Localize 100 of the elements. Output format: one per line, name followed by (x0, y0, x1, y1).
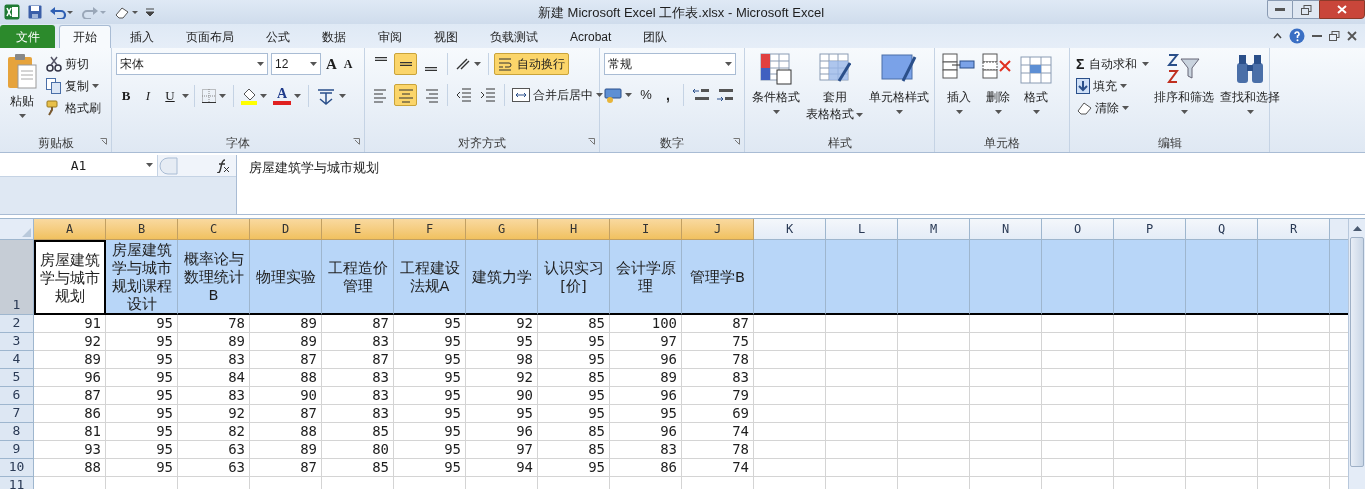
column-header[interactable]: M (898, 219, 970, 240)
merge-center-button[interactable]: 合并后居中 (510, 84, 605, 106)
number-format-field[interactable]: 常规 (604, 53, 736, 75)
table-cell[interactable]: 96 (610, 351, 682, 369)
format-painter-button[interactable]: 格式刷 (44, 97, 103, 119)
borders-button[interactable] (200, 88, 228, 103)
column-header[interactable]: G (466, 219, 538, 240)
table-cell[interactable]: 80 (322, 441, 394, 459)
table-cell[interactable]: 95 (394, 387, 466, 405)
table-cell[interactable]: 85 (538, 315, 610, 333)
table-cell[interactable]: 85 (538, 369, 610, 387)
help-icon[interactable] (1289, 28, 1305, 44)
table-cell[interactable]: 会计学原理 (610, 240, 682, 315)
table-cell[interactable]: 87 (322, 315, 394, 333)
font-size-field[interactable]: 12 (271, 53, 321, 76)
table-cell[interactable]: 95 (106, 387, 178, 405)
table-cell[interactable]: 89 (178, 333, 250, 351)
table-cell[interactable]: 82 (178, 423, 250, 441)
dialog-launcher-icon[interactable] (733, 138, 740, 145)
column-header[interactable]: Q (1186, 219, 1258, 240)
table-cell[interactable]: 79 (682, 387, 754, 405)
table-cell[interactable]: 95 (538, 333, 610, 351)
font-color-button[interactable]: A (271, 86, 303, 105)
table-cell[interactable]: 96 (466, 423, 538, 441)
name-box[interactable]: A1 (0, 155, 158, 176)
table-cell[interactable]: 房屋建筑学与城市规划 (34, 240, 106, 315)
column-header[interactable]: K (754, 219, 826, 240)
column-header[interactable]: H (538, 219, 610, 240)
table-cell[interactable]: 97 (466, 441, 538, 459)
table-cell[interactable]: 63 (178, 441, 250, 459)
sort-filter-button[interactable]: 排序和筛选 (1151, 53, 1218, 134)
table-cell[interactable]: 建筑力学 (466, 240, 538, 315)
column-header[interactable]: A (34, 219, 106, 240)
table-cell[interactable]: 95 (538, 387, 610, 405)
table-cell[interactable]: 85 (322, 423, 394, 441)
ribbon-tab[interactable]: 公式 (253, 25, 303, 48)
minimize-button[interactable] (1267, 0, 1293, 19)
copy-button[interactable]: 复制 (44, 75, 103, 97)
table-cell[interactable]: 87 (250, 405, 322, 423)
row-header[interactable]: 6 (0, 387, 34, 405)
table-cell[interactable]: 89 (250, 315, 322, 333)
ribbon-tab[interactable]: 数据 (309, 25, 359, 48)
table-cell[interactable]: 95 (106, 405, 178, 423)
save-icon[interactable] (28, 5, 42, 19)
dialog-launcher-icon[interactable] (100, 138, 107, 145)
table-cell[interactable]: 74 (682, 423, 754, 441)
table-cell[interactable]: 房屋建筑学与城市规划课程设计 (106, 240, 178, 315)
close-button[interactable] (1319, 0, 1365, 19)
column-header[interactable]: R (1258, 219, 1330, 240)
autosum-button[interactable]: Σ 自动求和 (1074, 53, 1152, 75)
row-header[interactable]: 9 (0, 441, 34, 459)
bold-button[interactable]: B (116, 85, 136, 106)
table-cell[interactable]: 87 (250, 459, 322, 477)
wrap-text-button[interactable]: 自动换行 (494, 53, 569, 75)
dialog-launcher-icon[interactable] (588, 138, 595, 145)
table-cell[interactable]: 95 (394, 333, 466, 351)
ribbon-tab[interactable]: 插入 (117, 25, 167, 48)
table-cell[interactable]: 83 (322, 333, 394, 351)
table-cell[interactable]: 92 (178, 405, 250, 423)
row-header[interactable]: 1 (0, 240, 34, 315)
select-all-button[interactable] (0, 219, 34, 240)
table-cell[interactable]: 69 (682, 405, 754, 423)
fill-button[interactable]: 填充 (1074, 75, 1152, 97)
table-cell[interactable]: 83 (682, 369, 754, 387)
font-name-field[interactable]: 宋体 (116, 53, 268, 76)
ribbon-tab[interactable]: 视图 (421, 25, 471, 48)
table-cell[interactable]: 88 (250, 423, 322, 441)
comma-button[interactable]: , (660, 84, 676, 106)
table-cell[interactable]: 85 (538, 423, 610, 441)
table-cell[interactable]: 83 (322, 405, 394, 423)
vertical-scrollbar[interactable] (1348, 219, 1365, 489)
row-header[interactable]: 11 (0, 477, 34, 489)
eraser-icon[interactable] (114, 5, 138, 19)
table-cell[interactable]: 87 (34, 387, 106, 405)
undo-icon[interactable] (50, 5, 74, 19)
table-cell[interactable]: 物理实验 (250, 240, 322, 315)
table-cell[interactable]: 89 (250, 441, 322, 459)
table-cell[interactable]: 95 (106, 333, 178, 351)
table-cell[interactable]: 85 (322, 459, 394, 477)
table-cell[interactable]: 95 (466, 333, 538, 351)
table-cell[interactable]: 81 (34, 423, 106, 441)
restore-button[interactable] (1293, 0, 1319, 19)
table-cell[interactable]: 95 (394, 369, 466, 387)
find-select-button[interactable]: 查找和选择 (1217, 53, 1284, 134)
table-cell[interactable]: 89 (34, 351, 106, 369)
table-cell[interactable]: 90 (250, 387, 322, 405)
table-cell[interactable]: 认识实习[价] (538, 240, 610, 315)
delete-button[interactable]: 删除 (979, 53, 1017, 134)
table-cell[interactable]: 78 (178, 315, 250, 333)
ribbon-tab[interactable]: 负载测试 (477, 25, 551, 48)
table-cell[interactable]: 95 (394, 459, 466, 477)
table-cell[interactable]: 74 (682, 459, 754, 477)
row-header[interactable]: 4 (0, 351, 34, 369)
resize-handle-icon[interactable] (158, 156, 178, 175)
table-cell[interactable]: 95 (106, 423, 178, 441)
table-cell[interactable]: 83 (322, 369, 394, 387)
row-header[interactable]: 5 (0, 369, 34, 387)
customize-toolbar-icon[interactable] (146, 7, 154, 17)
table-cell[interactable]: 95 (106, 315, 178, 333)
table-cell[interactable]: 93 (34, 441, 106, 459)
